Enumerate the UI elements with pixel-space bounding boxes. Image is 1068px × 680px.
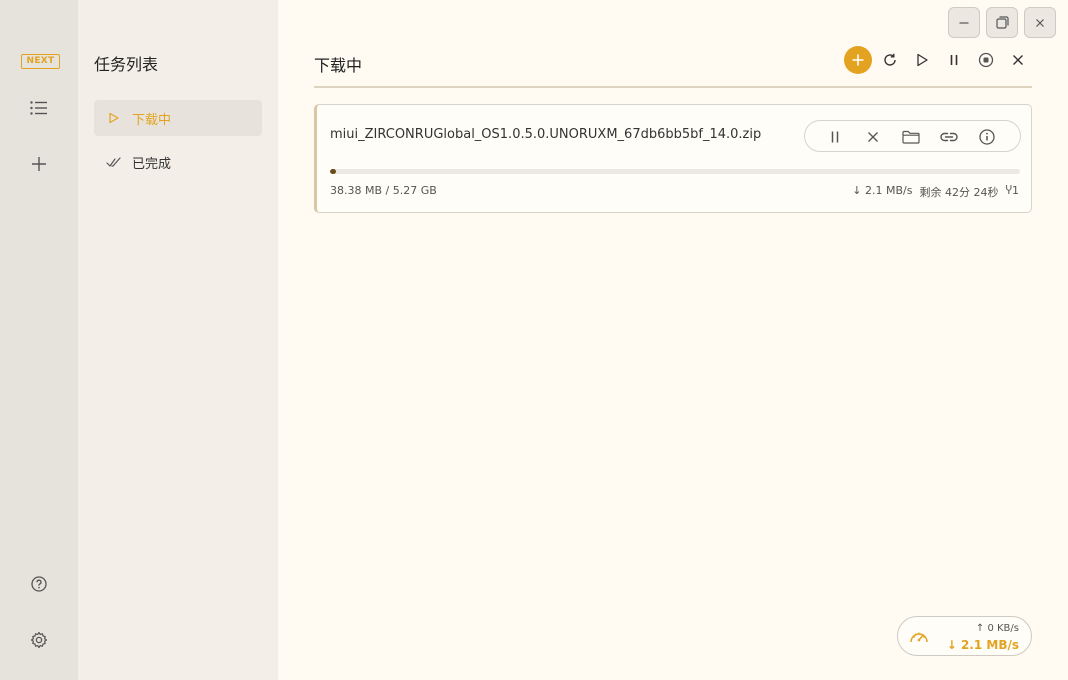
task-remove-button[interactable] [861,125,885,149]
task-card[interactable]: miui_ZIRCONRUGlobal_OS1.0.5.0.UNORUXM_67… [314,104,1032,213]
pause-all-button[interactable] [940,46,968,74]
page-title: 下载中 [314,56,363,75]
speedometer-icon [910,632,928,643]
speed-widget[interactable]: ↑ 0 KB/s ↓ 2.1 MB/s [897,616,1032,656]
double-check-icon [106,154,122,170]
close-window-button[interactable] [1024,7,1056,38]
restore-button[interactable] [986,7,1018,38]
refresh-icon [884,53,896,66]
download-speed-total-value: 2.1 MB/s [960,638,1019,652]
nav-item-downloading[interactable]: 下载中 [94,100,262,136]
download-speed-total: ↓ 2.1 MB/s [946,638,1019,652]
task-info-button[interactable] [975,125,999,149]
task-pause-button[interactable] [823,125,847,149]
app-logo: NEXT [21,54,60,69]
delete-all-button[interactable] [1004,46,1032,74]
panel-title: 任务列表 [94,55,159,74]
upload-speed-value: 0 KB/s [987,623,1019,634]
resume-all-icon [917,53,928,67]
list-icon [30,101,47,115]
delete-icon [1013,55,1023,65]
gear-icon [30,631,48,649]
task-progress-bar [330,169,1020,174]
upload-speed: ↑ 0 KB/s [975,623,1019,634]
task-list-button[interactable] [24,93,54,123]
play-outline-icon [106,110,122,126]
nav-item-label: 已完成 [132,156,172,172]
stop-all-button[interactable] [972,46,1000,74]
add-task-button[interactable] [844,46,872,74]
download-speed: ↓ 2.1 MB/s [852,184,913,197]
task-actions [804,120,1021,152]
header-divider [314,86,1032,88]
task-stats: ↓ 2.1 MB/s 剩余 42分 24秒 Ⴤ1 [852,184,1019,200]
pause-icon [831,131,839,143]
remove-icon [868,132,878,142]
icon-rail: NEXT [0,0,78,680]
download-speed-value: 2.1 MB/s [865,184,913,197]
task-filename: miui_ZIRCONRUGlobal_OS1.0.5.0.UNORUXM_67… [330,127,762,142]
minimize-button[interactable] [948,7,980,38]
add-icon [852,54,864,66]
close-icon [1036,18,1044,27]
info-icon [979,129,995,145]
nav-item-label: 下载中 [132,112,172,128]
task-size: 38.38 MB / 5.27 GB [330,184,437,197]
task-list-panel: 任务列表 下载中 已完成 [78,0,278,680]
new-task-button[interactable] [24,149,54,179]
connections: Ⴤ1 [1005,184,1019,200]
task-copy-link-button[interactable] [937,125,961,149]
stop-icon [978,52,994,68]
restore-icon [995,16,1009,29]
resume-all-button[interactable] [908,46,936,74]
remaining-time: 剩余 42分 24秒 [919,186,999,199]
task-progress-fill [330,169,337,174]
settings-button[interactable] [24,625,54,655]
pause-all-icon [950,55,958,65]
help-icon [31,576,47,592]
minimize-icon [959,21,969,24]
connections-value: 1 [1012,184,1019,197]
folder-icon [902,130,920,144]
plus-icon [32,157,46,171]
help-button[interactable] [24,569,54,599]
task-open-folder-button[interactable] [899,125,923,149]
link-icon [940,132,958,142]
refresh-button[interactable] [876,46,904,74]
nav-item-completed[interactable]: 已完成 [94,144,262,180]
